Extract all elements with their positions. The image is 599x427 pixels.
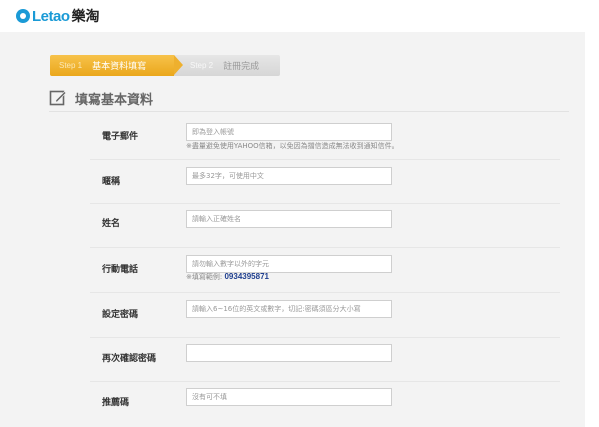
nickname-field[interactable] (186, 167, 392, 185)
email-field[interactable] (186, 123, 392, 141)
row-divider (90, 159, 560, 160)
letao-logo[interactable]: Letao 樂淘 (16, 7, 100, 25)
letao-logo-icon (16, 9, 30, 23)
email-label: 電子郵件 (102, 132, 139, 142)
page-margin (585, 0, 599, 427)
password-confirm-row: 再次確認密碼 (90, 344, 560, 384)
step-2-label: 註冊完成 (223, 62, 260, 72)
name-row: 姓名 (90, 210, 560, 250)
step-2-inactive: Step 2 註冊完成 (174, 55, 280, 76)
step-1-number: Step 1 (59, 61, 83, 70)
mobile-hint-prefix: ※填寫範例: (186, 273, 223, 281)
referral-code-field[interactable] (186, 388, 392, 406)
step-2-number: Step 2 (190, 61, 214, 70)
password-confirm-field[interactable] (186, 344, 392, 362)
password-field[interactable] (186, 300, 392, 318)
row-divider (90, 203, 560, 204)
registration-steps: Step 1 基本資料填寫 Step 2 註冊完成 (50, 55, 280, 76)
mobile-row: 行動電話 ※填寫範例: 0934395871 (90, 255, 560, 295)
name-field[interactable] (186, 210, 392, 228)
password-confirm-label: 再次確認密碼 (102, 354, 157, 364)
referral-row: 推薦碼 (90, 388, 560, 418)
step-1-label: 基本資料填寫 (92, 62, 147, 72)
nickname-row: 暱稱 (90, 167, 560, 207)
row-divider (90, 247, 560, 248)
row-divider (90, 292, 560, 293)
email-hint: ※盡量避免使用YAHOO信箱，以免因為擋信造成無法收到通知信件。 (186, 142, 399, 150)
logo-cjk-text: 樂淘 (71, 9, 100, 25)
password-label: 設定密碼 (102, 310, 139, 320)
logo-latin-text: Letao (32, 7, 70, 25)
password-row: 設定密碼 (90, 300, 560, 340)
section-title: 填寫基本資料 (75, 92, 154, 108)
row-divider (90, 381, 560, 382)
referral-label: 推薦碼 (102, 398, 130, 408)
email-row: 電子郵件 ※盡量避免使用YAHOO信箱，以免因為擋信造成無法收到通知信件。 (90, 122, 560, 162)
mobile-hint: ※填寫範例: 0934395871 (186, 272, 269, 282)
step-1-active: Step 1 基本資料填寫 (50, 55, 183, 76)
row-divider (90, 337, 560, 338)
pencil-edit-icon (49, 90, 67, 106)
mobile-label: 行動電話 (102, 265, 139, 275)
mobile-field[interactable] (186, 255, 392, 273)
section-header: 填寫基本資料 (49, 86, 569, 110)
name-label: 姓名 (102, 219, 121, 229)
site-header: Letao 樂淘 (0, 0, 599, 32)
mobile-hint-example: 0934395871 (224, 272, 269, 281)
nickname-label: 暱稱 (102, 177, 121, 187)
section-divider (49, 111, 569, 112)
